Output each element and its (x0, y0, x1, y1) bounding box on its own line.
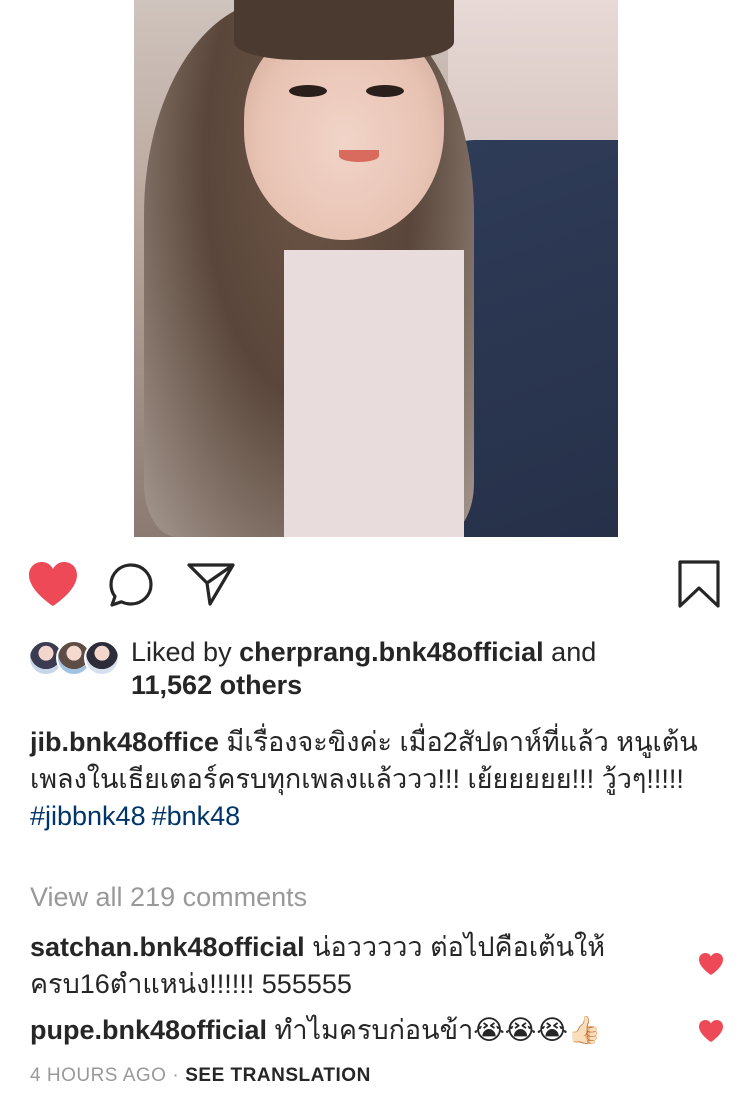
see-translation-link[interactable]: SEE TRANSLATION (185, 1065, 371, 1086)
likes-count[interactable]: 11,562 others (131, 669, 302, 701)
comment-text: ทำไมครบก่อนข้า😭😭😭👍🏻 (267, 1015, 602, 1045)
photo-eye-right (366, 85, 404, 97)
post-photo-area (0, 0, 749, 537)
caption-username[interactable]: jib.bnk48office (30, 727, 219, 757)
heart-filled-icon[interactable] (27, 560, 79, 608)
action-bar (0, 555, 749, 615)
comment-username[interactable]: satchan.bnk48official (30, 932, 305, 962)
caption-hashtags: #jibbnk48 #bnk48 (30, 798, 730, 835)
comment-heart-icon[interactable] (698, 1019, 724, 1043)
liked-by-prefix: Liked by (131, 637, 240, 667)
photo-bangs (234, 0, 454, 60)
paper-plane-icon[interactable] (186, 561, 236, 607)
hashtag-link[interactable]: #bnk48 (152, 801, 241, 831)
view-all-comments-link[interactable]: View all 219 comments (30, 881, 307, 913)
comment-username[interactable]: pupe.bnk48official (30, 1015, 267, 1045)
avatar (84, 640, 120, 676)
comment-bubble-icon[interactable] (107, 561, 155, 609)
photo-eye-left (289, 85, 327, 97)
comment-heart-icon[interactable] (698, 952, 724, 976)
liked-by-username[interactable]: cherprang.bnk48official (239, 637, 544, 667)
bookmark-icon[interactable] (677, 559, 721, 609)
liker-avatars[interactable] (28, 640, 123, 678)
post-timestamp: 4 HOURS AGO (30, 1065, 167, 1086)
post-caption: jib.bnk48office มีเรื่องจะขิงค่ะ เมื่อ2ส… (30, 724, 730, 835)
comment-item: pupe.bnk48official ทำไมครบก่อนข้า😭😭😭👍🏻 (30, 1012, 690, 1049)
footer-separator: · (172, 1065, 180, 1086)
hashtag-link[interactable]: #jibbnk48 (30, 801, 146, 831)
post-photo[interactable] (134, 0, 618, 537)
photo-shirt (284, 250, 464, 537)
comment-item: satchan.bnk48official น่อววววว ต่อไปคือเ… (30, 929, 690, 1003)
post-footer: 4 HOURS AGO · SEE TRANSLATION (30, 1064, 371, 1088)
liked-by-line: Liked by cherprang.bnk48official and (131, 636, 731, 668)
photo-mouth (339, 150, 379, 162)
liked-by-joiner: and (543, 637, 597, 667)
